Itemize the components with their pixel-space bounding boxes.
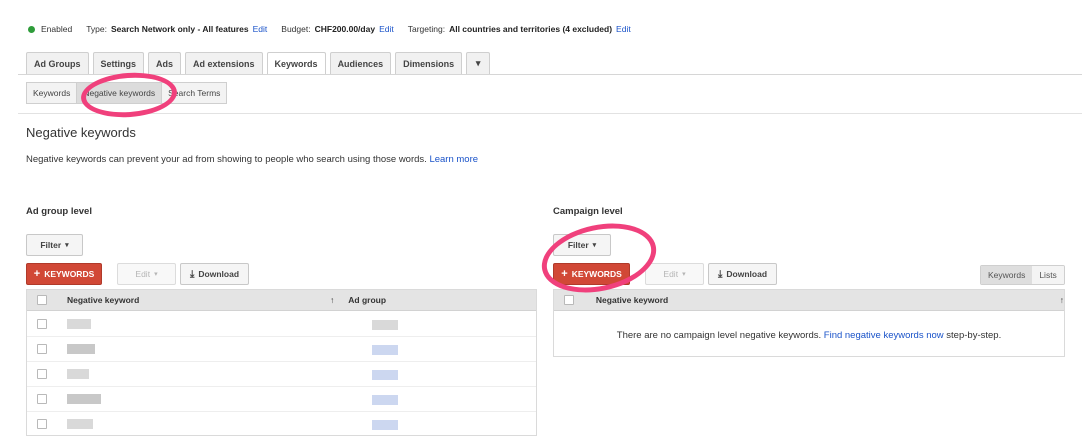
redacted-ad-group — [372, 420, 398, 430]
ad-group-level-title: Ad group level — [26, 206, 92, 217]
type-label: Type: — [86, 24, 107, 34]
sort-ascending-icon[interactable]: ↑ — [1060, 295, 1064, 305]
tab-dimensions[interactable]: Dimensions — [395, 52, 463, 74]
download-icon: ⤓ — [717, 268, 723, 280]
ad-group-download-button[interactable]: ⤓ Download — [180, 263, 249, 285]
row-checkbox[interactable] — [37, 344, 47, 354]
status-enabled: Enabled — [41, 24, 73, 34]
table-row[interactable] — [27, 337, 536, 362]
edit-label: Edit — [663, 269, 679, 279]
table-header: Negative keyword ↑ Ad group — [27, 290, 536, 311]
chevron-down-icon: ▾ — [592, 242, 597, 249]
ad-group-filter-button[interactable]: Filter ▾ — [26, 234, 83, 256]
redacted-keyword — [67, 344, 95, 354]
chevron-down-icon: ▾ — [65, 242, 69, 249]
tab-more-dropdown[interactable]: ▾ — [466, 52, 491, 74]
page-title: Negative keywords — [26, 125, 136, 140]
tab-settings[interactable]: Settings — [92, 52, 145, 74]
redacted-keyword — [67, 419, 93, 429]
chevron-down-icon: ▾ — [682, 271, 686, 278]
redacted-keyword — [67, 394, 101, 404]
campaign-edit-button[interactable]: Edit ▾ — [645, 263, 704, 285]
page-description: Negative keywords can prevent your ad fr… — [26, 154, 478, 165]
table-row[interactable] — [27, 312, 536, 337]
edit-label: Edit — [135, 269, 151, 279]
targeting-edit-link[interactable]: Edit — [616, 24, 631, 34]
table-row[interactable] — [27, 387, 536, 412]
add-campaign-keywords-button[interactable]: + KEYWORDS — [553, 263, 630, 285]
sort-ascending-icon[interactable]: ↑ — [330, 295, 334, 305]
subtab-keywords[interactable]: Keywords — [26, 82, 78, 104]
tabs-divider — [18, 74, 1082, 75]
chevron-down-icon: ▾ — [154, 271, 158, 278]
row-checkbox[interactable] — [37, 394, 47, 404]
subtabs-divider — [18, 113, 1082, 114]
enabled-status-icon — [28, 25, 35, 33]
chevron-down-icon: ▾ — [475, 58, 481, 68]
campaign-negative-keywords-table: Negative keyword ↑ There are no campaign… — [553, 289, 1065, 357]
tab-audiences[interactable]: Audiences — [329, 52, 392, 74]
column-negative-keyword[interactable]: Negative keyword — [596, 295, 1032, 305]
campaign-tabs: Ad Groups Settings Ads Ad extensions Key… — [26, 52, 494, 75]
table-row[interactable] — [27, 412, 536, 437]
ad-group-edit-button[interactable]: Edit ▾ — [117, 263, 176, 285]
column-ad-group[interactable]: Ad group — [348, 295, 386, 305]
redacted-keyword — [67, 319, 91, 329]
subtab-search-terms[interactable]: Search Terms — [161, 82, 228, 104]
tab-ad-groups[interactable]: Ad Groups — [26, 52, 89, 74]
ad-group-negative-keywords-table: Negative keyword ↑ Ad group — [26, 289, 537, 436]
redacted-ad-group — [372, 370, 398, 380]
row-checkbox[interactable] — [37, 319, 47, 329]
targeting-value: All countries and territories (4 exclude… — [449, 24, 613, 34]
campaign-download-button[interactable]: ⤓ Download — [708, 263, 777, 285]
empty-state-message: There are no campaign level negative key… — [554, 330, 1064, 341]
budget-label: Budget: — [281, 24, 311, 34]
column-negative-keyword[interactable]: Negative keyword — [67, 295, 327, 305]
learn-more-link[interactable]: Learn more — [429, 154, 478, 165]
redacted-ad-group — [372, 320, 398, 330]
tab-ads[interactable]: Ads — [148, 52, 182, 74]
tab-keywords[interactable]: Keywords — [266, 52, 326, 75]
subtab-negative-keywords[interactable]: Negative keywords — [76, 82, 163, 104]
filter-label: Filter — [40, 240, 62, 250]
empty-suffix: step-by-step. — [946, 330, 1002, 341]
plus-icon: + — [561, 268, 568, 280]
view-keywords-toggle[interactable]: Keywords — [981, 266, 1033, 284]
redacted-ad-group — [372, 345, 398, 355]
redacted-ad-group — [372, 395, 398, 405]
plus-icon: + — [33, 268, 41, 280]
table-header: Negative keyword ↑ — [554, 290, 1064, 311]
campaign-status-bar: Enabled Type: Search Network only - All … — [28, 21, 631, 37]
download-label: Download — [726, 269, 768, 279]
type-edit-link[interactable]: Edit — [253, 24, 268, 34]
empty-text: There are no campaign level negative key… — [616, 330, 822, 341]
add-ad-group-keywords-button[interactable]: + KEYWORDS — [26, 263, 102, 285]
campaign-filter-button[interactable]: Filter ▾ — [553, 234, 611, 256]
targeting-label: Targeting: — [407, 24, 446, 34]
type-value: Search Network only - All features — [111, 24, 249, 34]
view-lists-toggle[interactable]: Lists — [1032, 266, 1064, 284]
select-all-checkbox[interactable] — [564, 295, 574, 305]
download-icon: ⤓ — [189, 268, 195, 280]
keywords-lists-toggle: Keywords Lists — [980, 265, 1065, 285]
row-checkbox[interactable] — [37, 419, 47, 429]
download-label: Download — [198, 269, 240, 279]
campaign-level-title: Campaign level — [553, 206, 623, 217]
description-text: Negative keywords can prevent your ad fr… — [26, 154, 427, 165]
row-checkbox[interactable] — [37, 369, 47, 379]
select-all-checkbox[interactable] — [37, 295, 47, 305]
keyword-subtabs: Keywords Negative keywords Search Terms — [26, 82, 228, 104]
budget-edit-link[interactable]: Edit — [379, 24, 394, 34]
budget-value: CHF200.00/day — [314, 24, 376, 34]
filter-label: Filter — [567, 240, 589, 250]
tab-ad-extensions[interactable]: Ad extensions — [185, 52, 263, 74]
find-negative-keywords-link[interactable]: Find negative keywords now — [824, 330, 944, 341]
redacted-keyword — [67, 369, 89, 379]
add-keywords-label: KEYWORDS — [44, 269, 95, 279]
table-row[interactable] — [27, 362, 536, 387]
add-keywords-label: KEYWORDS — [571, 269, 622, 279]
